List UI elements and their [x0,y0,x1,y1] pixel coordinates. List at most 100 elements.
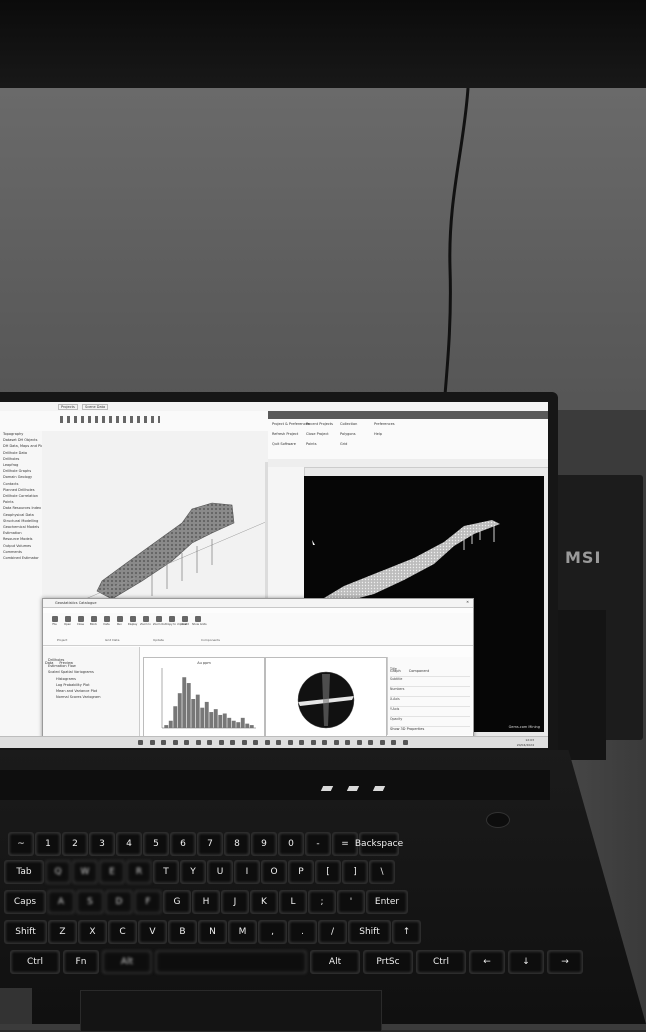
dialog-ribbon-button[interactable]: Grid [179,615,190,635]
toolbar-icons[interactable] [60,416,160,423]
dialog-tree[interactable]: Drillholes Estimation Flow Scaled Spatial … [45,657,136,735]
keyboard-key[interactable]: ↑ [392,920,421,944]
taskbar-app-icon[interactable] [402,740,408,745]
taskbar-app-icon[interactable] [356,740,362,745]
taskbar-app-icon[interactable] [391,740,396,745]
keyboard-key[interactable]: F [134,890,162,914]
keyboard-key[interactable]: P [288,860,314,884]
taskbar-app-icon[interactable] [264,740,270,745]
keyboard-key[interactable]: O [261,860,287,884]
keyboard-key[interactable]: ] [342,860,368,884]
dialog-ribbon-button[interactable]: Close [75,615,86,635]
keyboard-key[interactable]: Shift [4,920,47,944]
taskbar-icons[interactable] [138,740,418,746]
dialog-tree-item[interactable]: Normal Scores Variogram [48,694,136,700]
keyboard-key[interactable]: I [234,860,260,884]
dialog-ribbon-button[interactable]: Display [127,615,138,635]
keyboard-key[interactable]: ~ [8,832,34,856]
keyboard-key[interactable]: M [228,920,257,944]
ribbon-button[interactable]: Close Project [306,432,329,436]
keyboard-key[interactable]: , [258,920,287,944]
touchpad[interactable] [80,990,382,1032]
taskbar-app-icon[interactable] [379,740,385,745]
ribbon-button[interactable]: Quit Software [272,442,296,446]
keyboard-key[interactable]: Y [180,860,206,884]
taskbar-app-icon[interactable] [138,740,143,745]
taskbar-app-icon[interactable] [276,740,281,745]
keyboard-key[interactable]: 7 [197,832,223,856]
keyboard-key[interactable]: Z [48,920,77,944]
ribbon-button[interactable]: Project & Preferences [272,422,310,426]
projects-tab[interactable]: Projects [58,404,78,410]
keyboard-key[interactable]: L [279,890,307,914]
keyboard-key[interactable]: H [192,890,220,914]
taskbar-app-icon[interactable] [287,740,293,745]
keyboard-key[interactable]: → [547,950,583,974]
keyboard-key[interactable]: Alt [102,950,152,974]
keyboard-key[interactable]: 2 [62,832,88,856]
keyboard-key[interactable] [155,950,307,974]
keyboard-key[interactable]: Enter [366,890,408,914]
project-tree[interactable]: Topography Dataset DH Objects DH Data, Map… [0,431,46,737]
keyboard-key[interactable]: V [138,920,167,944]
keyboard-key[interactable]: 4 [116,832,142,856]
keyboard-key[interactable]: Shift [348,920,391,944]
keyboard-key[interactable]: 0 [278,832,304,856]
dialog-ribbon-button[interactable]: Open [62,615,73,635]
keyboard-key[interactable]: / [318,920,347,944]
keyboard-key[interactable]: 1 [35,832,61,856]
keyboard-key[interactable]: - [305,832,331,856]
keyboard-key[interactable]: ' [337,890,365,914]
ribbon-button[interactable]: Polygons [340,432,356,436]
keyboard-key[interactable]: Tab [4,860,44,884]
keyboard-key[interactable]: R [126,860,152,884]
stereonet-panel[interactable] [265,657,387,737]
taskbar-app-icon[interactable] [184,740,189,745]
props-footer[interactable]: Show 3D Properties [390,727,424,731]
keyboard-key[interactable]: 8 [224,832,250,856]
keyboard-key[interactable]: 5 [143,832,169,856]
dialog-ribbon-button[interactable]: Data [101,615,112,635]
keyboard-key[interactable]: A [47,890,75,914]
ribbon-button[interactable]: Refresh Project [272,432,298,436]
tree-item[interactable]: Data Resources Index [3,505,45,511]
keyboard-key[interactable]: ; [308,890,336,914]
keyboard-key[interactable]: 3 [89,832,115,856]
keyboard-key[interactable]: Caps [4,890,46,914]
keyboard-key[interactable]: Ctrl [10,950,60,974]
keyboard-key[interactable]: Alt [310,950,360,974]
keyboard-key[interactable]: Ctrl [416,950,466,974]
keyboard-key[interactable]: K [250,890,278,914]
keyboard-key[interactable]: T [153,860,179,884]
keyboard-key[interactable]: S [76,890,104,914]
taskbar-app-icon[interactable] [161,740,166,745]
keyboard-key[interactable]: B [168,920,197,944]
tree-item[interactable]: Combined Estimator [3,555,45,561]
keyboard-key[interactable]: E [99,860,125,884]
ribbon-button[interactable]: Points [306,442,317,446]
ribbon-button[interactable]: Preferences [374,422,395,426]
ribbon-button[interactable]: Help [374,432,382,436]
ribbon-button[interactable]: Grid [340,442,347,446]
dialog-ribbon-button[interactable]: File [49,615,60,635]
keyboard-key[interactable]: PrtSc [363,950,413,974]
taskbar-app-icon[interactable] [207,740,212,745]
keyboard-key[interactable]: \ [369,860,395,884]
taskbar-app-icon[interactable] [368,740,373,745]
taskbar-app-icon[interactable] [241,740,247,745]
keyboard-key[interactable]: Backspace [355,832,403,856]
keyboard-key[interactable]: ↓ [508,950,544,974]
taskbar-app-icon[interactable] [253,740,258,745]
keyboard-key[interactable]: Fn [63,950,99,974]
keyboard-key[interactable]: 9 [251,832,277,856]
keyboard-key[interactable]: D [105,890,133,914]
keyboard-key[interactable]: Q [45,860,71,884]
dialog-ribbon-button[interactable]: Block [88,615,99,635]
dialog-ribbon-button[interactable]: Zoom In [140,615,151,635]
keyboard-key[interactable]: X [78,920,107,944]
taskbar-app-icon[interactable] [333,740,339,745]
keyboard-key[interactable]: 6 [170,832,196,856]
taskbar-app-icon[interactable] [345,740,350,745]
keyboard-key[interactable]: W [72,860,98,884]
tree-item[interactable]: DH Data, Maps and Plot [3,443,45,449]
